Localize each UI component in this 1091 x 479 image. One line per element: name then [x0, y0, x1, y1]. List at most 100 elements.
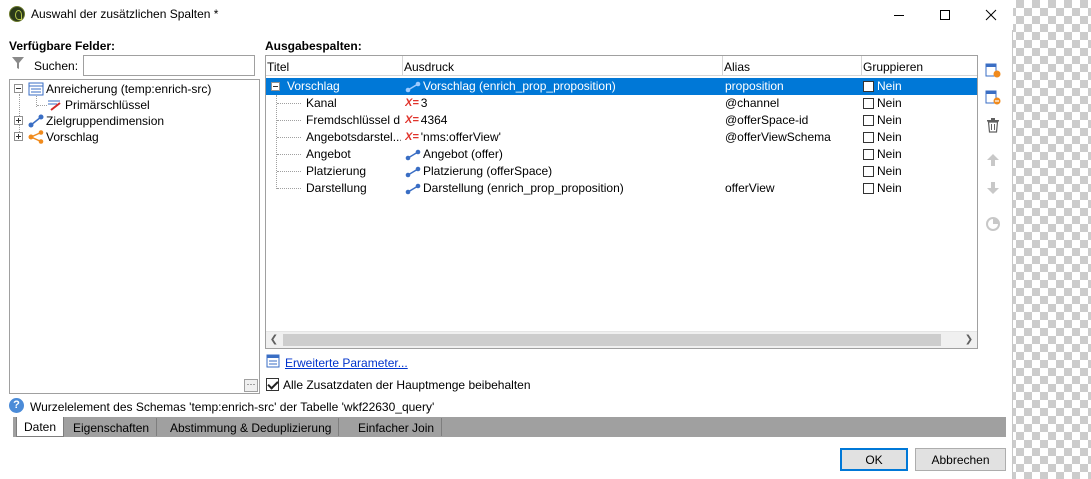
group-checkbox[interactable] [863, 98, 874, 109]
scroll-right-icon[interactable]: ❯ [964, 335, 974, 345]
cell-alias: @offerSpace-id [725, 113, 809, 127]
cell-expression: Angebot (offer) [405, 146, 723, 163]
collapse-icon[interactable] [14, 84, 23, 93]
table-row[interactable]: Angebotsdarstel... X= 'nms:offerView' @o… [266, 129, 977, 146]
table-icon [28, 82, 44, 96]
link-icon [405, 81, 421, 92]
help-icon: ? [9, 398, 24, 413]
cancel-button[interactable]: Abbrechen [915, 448, 1006, 471]
cell-title: Kanal [306, 96, 337, 110]
tree-item-label: Zielgruppendimension [46, 114, 165, 128]
tree-item-enrichment[interactable]: Anreicherung (temp:enrich-src) [14, 81, 211, 97]
link-icon [405, 183, 421, 194]
table-row[interactable]: Darstellung Darstellung (enrich_prop_pro… [266, 180, 977, 197]
tab-reconciliation-deduplication[interactable]: Abstimmung & Deduplizierung [163, 418, 340, 436]
table-row[interactable]: Fremdschlüssel d... X= 4364 @offerSpace-… [266, 112, 977, 129]
tree-item-proposition[interactable]: Vorschlag [14, 129, 99, 145]
tab-simple-join[interactable]: Einfacher Join [351, 418, 443, 436]
move-down-icon[interactable] [985, 180, 1001, 196]
column-header-title[interactable]: Titel [266, 56, 403, 76]
minimize-icon [894, 15, 904, 16]
search-label: Suchen: [34, 59, 79, 73]
tree-item-label: Primärschlüssel [65, 98, 150, 112]
cell-expression: X= 4364 [405, 113, 448, 127]
tab-properties[interactable]: Eigenschaften [66, 418, 158, 436]
scrollbar-thumb[interactable] [283, 334, 941, 346]
add-expression-icon[interactable] [985, 89, 1001, 105]
cell-group[interactable]: Nein [863, 78, 973, 95]
primary-key-icon [48, 100, 61, 111]
table-row[interactable]: Angebot Angebot (offer) Nein [266, 146, 977, 163]
tree-item-label: Vorschlag [46, 130, 99, 144]
table-row[interactable]: Vorschlag Vorschlag (enrich_prop_proposi… [266, 78, 977, 95]
search-input[interactable] [83, 55, 255, 76]
distribution-icon[interactable] [985, 216, 1001, 232]
available-fields-tree[interactable]: Anreicherung (temp:enrich-src) Primärsch… [9, 79, 260, 394]
title-bar: Auswahl der zusätzlichen Spalten * [0, 0, 1013, 30]
collapse-icon[interactable] [271, 82, 280, 91]
cell-expression: X= 3 [405, 96, 428, 110]
cell-alias [725, 163, 862, 180]
tab-bar: Daten Eigenschaften Abstimmung & Dedupli… [13, 417, 1006, 437]
advanced-parameters-link[interactable]: Erweiterte Parameter... [285, 356, 408, 370]
group-checkbox[interactable] [863, 132, 874, 143]
expression-icon: X= [405, 97, 419, 109]
maximize-button[interactable] [922, 2, 968, 28]
output-columns-grid[interactable]: Titel Ausdruck Alias Gruppieren Vorschla… [265, 55, 978, 349]
cell-expression: Vorschlag (enrich_prop_proposition) [405, 78, 723, 95]
column-header-group[interactable]: Gruppieren [862, 56, 977, 76]
tree-item-label: Anreicherung (temp:enrich-src) [46, 82, 212, 96]
maximize-icon [940, 10, 950, 20]
link-icon [405, 149, 421, 160]
group-checkbox[interactable] [863, 183, 874, 194]
cell-group[interactable]: Nein [863, 95, 973, 112]
expand-icon[interactable] [14, 116, 23, 125]
minimize-button[interactable] [876, 2, 922, 28]
cell-expression: X= 'nms:offerView' [405, 130, 501, 144]
column-header-expression[interactable]: Ausdruck [403, 56, 723, 76]
cell-alias: @offerViewSchema [725, 130, 831, 144]
close-button[interactable] [968, 2, 1014, 28]
grid-header: Titel Ausdruck Alias Gruppieren [266, 56, 977, 76]
cell-group[interactable]: Nein [863, 163, 973, 180]
group-checkbox[interactable] [863, 149, 874, 160]
table-row[interactable]: Platzierung Platzierung (offerSpace) Nei… [266, 163, 977, 180]
cell-group[interactable]: Nein [863, 129, 973, 146]
expression-icon: X= [405, 114, 419, 126]
group-checkbox[interactable] [863, 81, 874, 92]
add-column-icon[interactable] [985, 62, 1001, 78]
cell-group[interactable]: Nein [863, 146, 973, 163]
cell-alias: proposition [725, 79, 784, 93]
tab-data[interactable]: Daten [16, 417, 65, 437]
keep-additional-data-checkbox[interactable] [266, 378, 279, 391]
cell-title: Darstellung [306, 181, 367, 195]
cell-alias [725, 146, 862, 163]
tree-item-target-dimension[interactable]: Zielgruppendimension [14, 113, 164, 129]
ok-button[interactable]: OK [840, 448, 908, 471]
scroll-left-icon[interactable]: ❮ [269, 335, 279, 345]
parameters-icon [266, 354, 280, 368]
link-icon [28, 114, 44, 128]
cell-expression: Platzierung (offerSpace) [405, 163, 723, 180]
group-checkbox[interactable] [863, 115, 874, 126]
move-up-icon[interactable] [985, 152, 1001, 168]
cell-title: Angebot [306, 147, 351, 161]
cell-title: Angebotsdarstel... [306, 130, 401, 144]
keep-additional-data-label: Alle Zusatzdaten der Hauptmenge beibehal… [283, 378, 531, 392]
filter-icon [12, 57, 24, 69]
cell-alias: offerView [725, 181, 775, 195]
group-checkbox[interactable] [863, 166, 874, 177]
expand-icon[interactable] [14, 132, 23, 141]
cell-group[interactable]: Nein [863, 180, 973, 197]
tree-item-primary-key[interactable]: Primärschlüssel [47, 97, 150, 113]
status-text: Wurzelelement des Schemas 'temp:enrich-s… [30, 400, 435, 414]
cell-group[interactable]: Nein [863, 112, 973, 129]
cell-expression: Darstellung (enrich_prop_proposition) [405, 180, 723, 197]
table-row[interactable]: Kanal X= 3 @channel Nein [266, 95, 977, 112]
trash-icon[interactable] [985, 117, 1001, 133]
column-header-alias[interactable]: Alias [723, 56, 862, 76]
link-icon [405, 166, 421, 177]
more-options-button[interactable]: ··· [244, 379, 258, 392]
horizontal-scrollbar[interactable]: ❮ ❯ [266, 331, 977, 348]
expression-icon: X= [405, 131, 419, 143]
